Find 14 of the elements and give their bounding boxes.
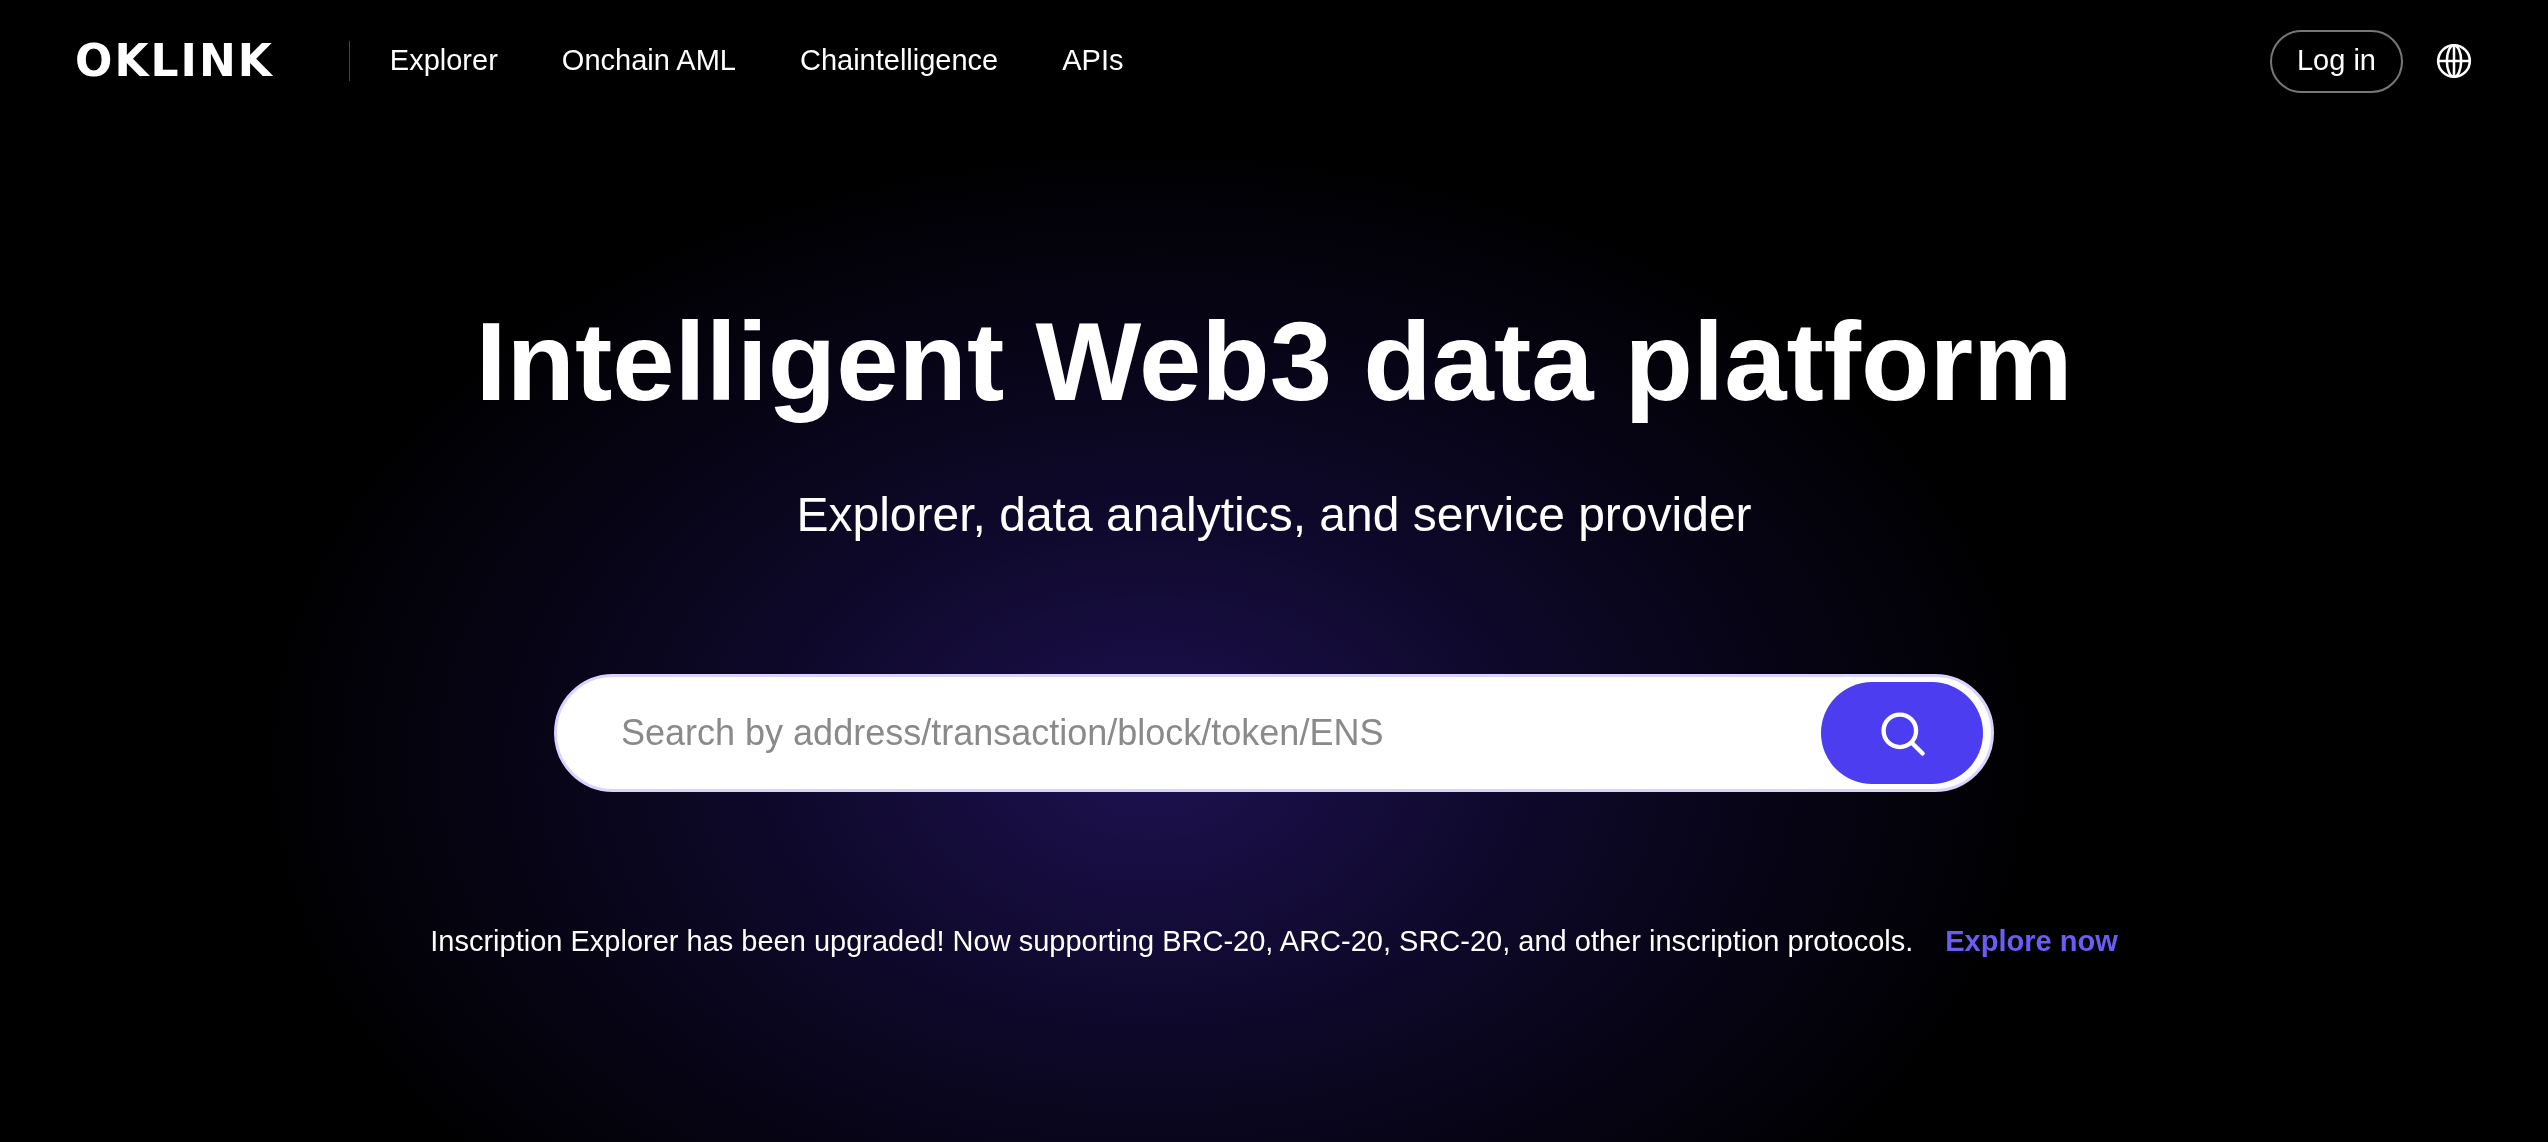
- notice-text: Inscription Explorer has been upgraded! Now supporting BRC-20, ARC-20, SRC-20, and other inscription protocols.: [430, 923, 1914, 959]
- hero-title: Intelligent Web3 data platform: [475, 298, 2073, 426]
- login-button[interactable]: Log in: [2270, 29, 2403, 93]
- nav-link[interactable]: Chaintelligence: [799, 39, 999, 83]
- search-bar[interactable]: Search by address/transaction/block/token/ENS: [554, 673, 1994, 792]
- hero-subtitle: Explorer, data analytics, and service provider: [796, 487, 1752, 543]
- search-field[interactable]: Search by address/transaction/block/token/ENS: [621, 705, 1821, 760]
- explore-now-link[interactable]: Explore now: [1945, 919, 2118, 964]
- logo[interactable]: OKLINK: [75, 39, 274, 83]
- globe-icon[interactable]: [2435, 42, 2473, 80]
- nav-link[interactable]: Onchain AML: [561, 39, 736, 83]
- nav-link[interactable]: Explorer: [389, 39, 498, 83]
- search-button[interactable]: [1821, 681, 1983, 784]
- nav-link[interactable]: APIs: [1062, 39, 1124, 83]
